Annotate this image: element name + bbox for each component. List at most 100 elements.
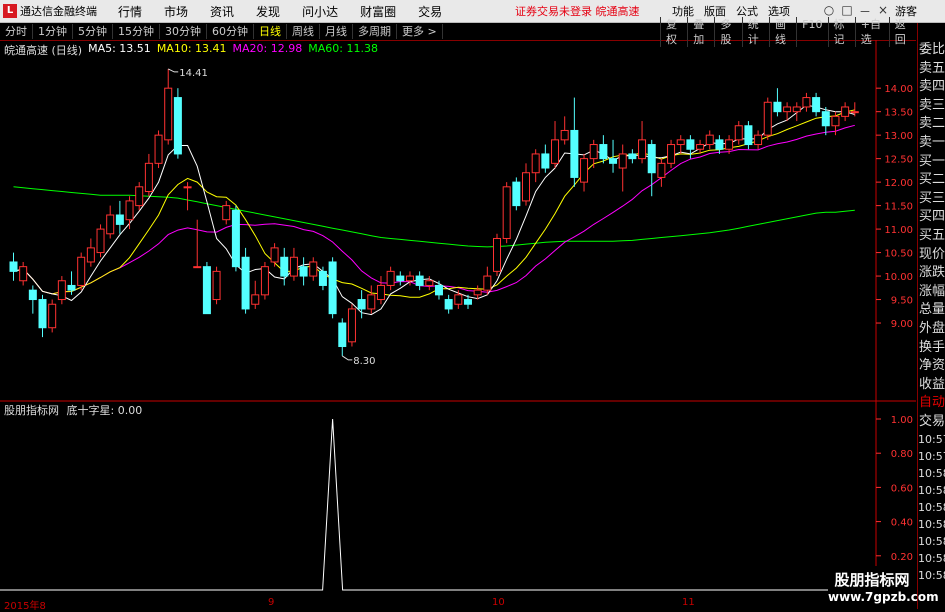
high-marker <box>167 68 179 73</box>
candle-body <box>754 134 763 146</box>
tick-time: 10:58 <box>918 467 945 481</box>
candle-body <box>560 129 569 141</box>
candle-body <box>512 181 521 207</box>
price-tick-label: 12.50 <box>884 155 913 166</box>
candle-body <box>357 299 366 310</box>
candle-body <box>135 186 144 207</box>
sub-tick-label: 1.00 <box>891 415 913 426</box>
candle-body <box>589 144 598 160</box>
candle-body <box>241 256 250 310</box>
candle-body <box>473 289 482 296</box>
candle-body <box>638 139 647 160</box>
watermark: 股朋指标网 www.7gpzb.com <box>828 566 939 609</box>
price-tick-label: 13.00 <box>884 131 913 142</box>
quote-field-label: 卖五 <box>919 60 945 76</box>
candle-body <box>96 228 105 254</box>
quote-field-label: 卖二 <box>919 116 945 132</box>
candle-body <box>744 125 753 146</box>
candle-body <box>251 294 260 305</box>
price-tick-label: 11.00 <box>884 225 913 236</box>
sub-indicator-name[interactable]: 股朋指标网 <box>4 404 59 417</box>
quote-field-label: 买二 <box>919 172 945 188</box>
price-tick-label: 9.00 <box>891 319 913 330</box>
candle-body <box>454 294 463 305</box>
candle-body <box>531 153 540 174</box>
candle-body <box>415 275 424 286</box>
quote-field-label: 外盘 <box>919 320 945 336</box>
high-label: 14.41 <box>179 68 208 79</box>
tick-time: 10:58 <box>918 535 945 549</box>
candle-body <box>725 139 734 150</box>
candle-body <box>734 125 743 141</box>
quote-field-label: 委比 <box>919 42 945 57</box>
candle-body <box>783 106 792 113</box>
candle-body <box>280 256 289 277</box>
quote-field-label: 买四 <box>919 209 945 225</box>
candle-body <box>367 294 376 310</box>
candle-body <box>792 106 801 113</box>
candle-body <box>77 256 86 286</box>
quote-panel: 委比 卖五 卖四 卖三 卖二 卖一 买一 买二 买三 买四 买五 现价 涨跌 涨幅 总量 外盘 换手 净资 收益 自… <box>917 23 945 609</box>
candle-body <box>686 139 695 150</box>
quote-field-label: 涨跌 <box>919 265 945 281</box>
quote-field-label: 净资 <box>919 358 945 374</box>
candle-body <box>48 303 57 329</box>
candle-body <box>202 266 211 315</box>
candle-body <box>154 134 163 164</box>
candle-body <box>115 214 124 225</box>
tick-time: 10:58 <box>918 569 945 583</box>
quote-field-label: 买五 <box>919 227 945 243</box>
candle-body <box>667 144 676 164</box>
candle-body <box>570 129 579 178</box>
candle-body <box>396 275 405 282</box>
quote-field-label: 卖四 <box>919 79 945 95</box>
candle-body <box>763 101 772 136</box>
candle-body <box>289 256 298 277</box>
tick-time: 10:58 <box>918 552 945 566</box>
candle-body <box>463 299 472 305</box>
candle-body <box>144 162 153 193</box>
tick-time: 10:57 <box>918 450 945 464</box>
sub-tick-label: 0.60 <box>891 483 913 494</box>
date-label-nov: 11 <box>682 597 695 608</box>
low-marker <box>342 355 353 361</box>
candle-body <box>483 275 492 291</box>
auto-trade-label[interactable]: 自动 <box>918 394 945 413</box>
quote-field-label: 现价 <box>919 246 945 262</box>
date-label-aug: 2015年8 <box>4 601 46 612</box>
date-axis: 2015年8 9 10 11 <box>0 597 830 612</box>
sub-indicator-value: 底十字星: 0.00 <box>66 404 143 417</box>
candle-body <box>618 153 627 169</box>
quote-field-label: 涨幅 <box>919 283 945 299</box>
candle-body <box>551 139 560 164</box>
price-tick-label: 10.50 <box>884 249 913 260</box>
tick-time: 10:57 <box>918 433 945 447</box>
candle-body <box>802 97 811 108</box>
sub-tick-label: 0.20 <box>891 552 913 563</box>
candle-body <box>86 247 95 263</box>
panel-spacer <box>918 23 945 41</box>
trade-label[interactable]: 交易 <box>918 413 945 432</box>
candle-body <box>328 261 337 315</box>
candle-body <box>222 205 231 221</box>
candle-body <box>299 266 308 277</box>
tick-time: 10:58 <box>918 518 945 532</box>
price-tick-label: 13.50 <box>884 108 913 119</box>
price-tick-label: 11.50 <box>884 202 913 213</box>
candle-body <box>125 200 134 221</box>
candle-body <box>831 115 840 127</box>
sub-tick-label: 0.40 <box>891 518 913 529</box>
candle-body <box>609 158 618 164</box>
candle-body <box>657 162 666 178</box>
candle-body <box>580 158 589 183</box>
price-tick-label: 14.00 <box>884 84 913 95</box>
price-tick-label: 12.00 <box>884 178 913 189</box>
candle-body <box>502 186 511 239</box>
candle-body <box>541 153 550 169</box>
candle-body <box>628 153 637 160</box>
candle-body <box>193 266 202 269</box>
kline-chart[interactable]: 14.41 8.30 14.00 13.50 13.00 12.50 12.00 11.50… <box>0 0 916 597</box>
candle-body <box>260 266 269 296</box>
candle-body <box>173 97 182 155</box>
signal-line <box>0 418 876 591</box>
